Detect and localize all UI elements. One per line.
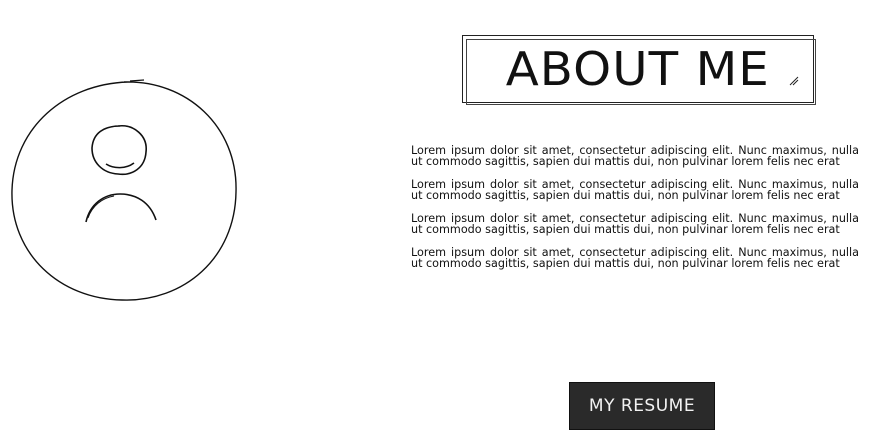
my-resume-button[interactable]: MY RESUME [569, 382, 715, 430]
pencil-scribble-icon [789, 76, 799, 86]
about-paragraph: Lorem ipsum dolor sit amet, consectetur … [411, 178, 859, 202]
about-paragraph: Lorem ipsum dolor sit amet, consectetur … [411, 212, 859, 236]
user-silhouette-icon [11, 79, 237, 301]
page-title-box: ABOUT ME [462, 35, 816, 105]
page-title: ABOUT ME [505, 42, 771, 96]
about-text: Lorem ipsum dolor sit amet, consectetur … [411, 145, 859, 281]
profile-avatar [6, 76, 242, 308]
about-paragraph: Lorem ipsum dolor sit amet, consectetur … [411, 144, 859, 168]
about-paragraph: Lorem ipsum dolor sit amet, consectetur … [411, 246, 859, 270]
my-resume-button-label: MY RESUME [588, 396, 696, 416]
